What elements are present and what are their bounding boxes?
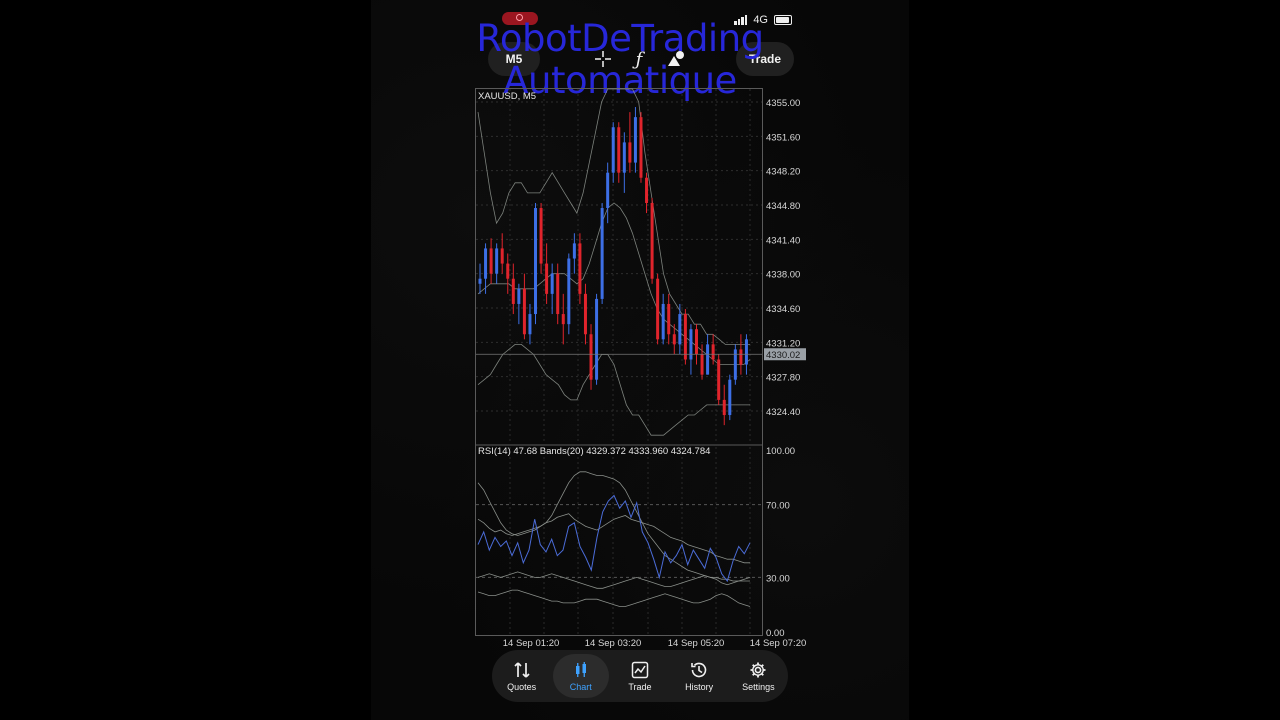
tab-trade-label: Trade bbox=[628, 682, 652, 692]
price-tick-label: 4324.40 bbox=[766, 407, 800, 418]
candlestick-icon bbox=[575, 662, 586, 677]
candle-body bbox=[683, 314, 687, 360]
candle-body bbox=[694, 329, 698, 355]
candle-body bbox=[678, 314, 682, 345]
candle-body bbox=[572, 243, 576, 259]
candle-body bbox=[645, 177, 649, 203]
candle-body bbox=[611, 127, 615, 173]
price-tick-label: 4334.60 bbox=[766, 304, 800, 315]
tab-chart-label: Chart bbox=[569, 682, 592, 692]
candle-body bbox=[622, 142, 626, 173]
rsi-outer-band-line bbox=[477, 471, 750, 582]
candle-body bbox=[534, 208, 538, 315]
history-clock-icon bbox=[691, 662, 707, 678]
tab-quotes[interactable]: Quotes bbox=[494, 654, 550, 698]
rsi-line bbox=[477, 494, 751, 583]
quotes-arrows-icon bbox=[513, 662, 530, 678]
rsi-outer-low-band-line bbox=[477, 589, 751, 607]
candle-body bbox=[633, 117, 637, 163]
rsi-lower-band-line bbox=[477, 571, 751, 589]
rsi-tick-label: 30.00 bbox=[766, 573, 790, 584]
bollinger-lower-line bbox=[477, 344, 750, 436]
candle-body bbox=[506, 263, 510, 279]
price-tick-label: 4331.20 bbox=[766, 338, 800, 349]
candle-body bbox=[495, 248, 499, 274]
candle-body bbox=[539, 208, 543, 264]
price-tick-label: 4327.80 bbox=[766, 373, 800, 384]
candle-body bbox=[672, 334, 676, 345]
rsi-upper-band-line bbox=[477, 513, 750, 564]
tab-quotes-label: Quotes bbox=[507, 682, 537, 692]
price-tick-label: 4348.20 bbox=[766, 167, 800, 178]
candle-body bbox=[556, 273, 560, 315]
candle-body bbox=[617, 127, 621, 173]
candle-body bbox=[489, 248, 493, 274]
candle-body bbox=[561, 314, 565, 325]
bollinger-middle-line bbox=[477, 202, 751, 365]
price-tick-label: 4351.60 bbox=[766, 132, 800, 143]
candle-body bbox=[545, 263, 549, 294]
candle-body bbox=[744, 339, 748, 365]
candle-body bbox=[711, 344, 715, 360]
candle-body bbox=[628, 142, 632, 163]
price-chart[interactable]: 4355.00 4351.60 4348.20 4344.80 4341.40 4338.… bbox=[0, 0, 1280, 720]
candle-body bbox=[583, 293, 587, 335]
trend-line-icon bbox=[631, 661, 649, 679]
price-tick-label: 4341.40 bbox=[766, 235, 800, 246]
candle-body bbox=[589, 334, 593, 380]
time-tick-label: 14 Sep 05:20 bbox=[668, 638, 725, 649]
tab-history[interactable]: History bbox=[671, 654, 727, 698]
candle-body bbox=[606, 172, 610, 209]
candle-body bbox=[600, 208, 604, 299]
candle-body bbox=[478, 278, 482, 284]
tab-trade[interactable]: Trade bbox=[612, 654, 668, 698]
price-tick-label: 4338.00 bbox=[766, 270, 800, 281]
time-tick-label: 14 Sep 01:20 bbox=[503, 638, 560, 649]
price-tick-label: 4355.00 bbox=[766, 98, 800, 109]
tab-history-label: History bbox=[685, 682, 714, 692]
candle-body bbox=[650, 202, 654, 279]
rsi-tick-label: 100.00 bbox=[766, 446, 795, 457]
candle-body bbox=[728, 379, 732, 416]
candle-body bbox=[484, 248, 488, 279]
current-price-label: 4330.02 bbox=[766, 350, 800, 361]
candle-body bbox=[722, 399, 726, 416]
candle-body bbox=[739, 349, 743, 365]
candle-body bbox=[689, 329, 693, 360]
candle-body bbox=[639, 117, 643, 178]
candle-body bbox=[656, 278, 660, 340]
tab-chart[interactable]: Chart bbox=[552, 654, 609, 698]
gear-icon bbox=[750, 662, 766, 678]
candle-body bbox=[528, 314, 532, 335]
candle-body bbox=[717, 359, 721, 400]
tab-settings[interactable]: Settings bbox=[730, 654, 786, 698]
tab-settings-label: Settings bbox=[742, 682, 775, 692]
candle-body bbox=[567, 258, 571, 325]
candle-body bbox=[517, 288, 521, 304]
candle-body bbox=[661, 303, 665, 340]
candle-body bbox=[522, 288, 526, 335]
candle-body bbox=[550, 273, 554, 294]
candle-body bbox=[578, 243, 582, 294]
bottom-tab-bar: Quotes Chart Trade History Settings bbox=[492, 650, 788, 702]
price-tick-label: 4344.80 bbox=[766, 201, 800, 212]
candle-body bbox=[500, 248, 504, 264]
time-tick-label: 14 Sep 07:20 bbox=[750, 638, 807, 649]
candle-body bbox=[706, 344, 710, 375]
candle-body bbox=[595, 298, 599, 380]
rsi-indicator-title: RSI(14) 47.68 Bands(20) 4329.372 4333.96… bbox=[478, 446, 710, 457]
time-tick-label: 14 Sep 03:20 bbox=[585, 638, 642, 649]
rsi-tick-label: 70.00 bbox=[766, 501, 790, 512]
candle-body bbox=[511, 278, 515, 304]
chart-symbol-title: XAUUSD, M5 bbox=[478, 91, 536, 102]
candle-body bbox=[667, 303, 671, 335]
candle-body bbox=[700, 354, 704, 375]
